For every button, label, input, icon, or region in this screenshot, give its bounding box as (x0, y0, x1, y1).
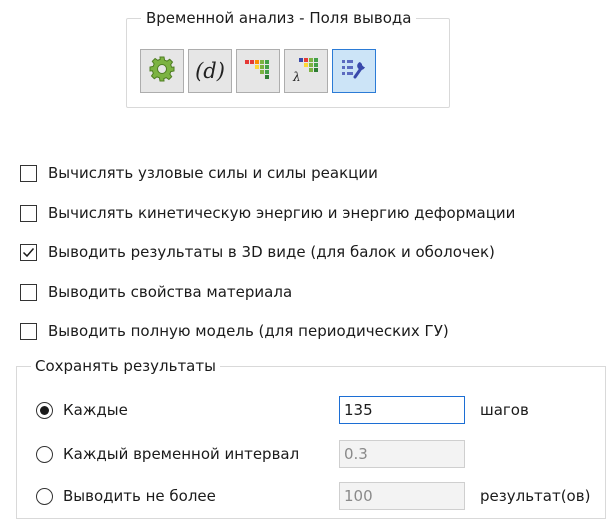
material-properties-checkbox[interactable] (20, 283, 37, 301)
general-settings-button[interactable] (140, 49, 184, 93)
radio-label: Каждый временной интервал (63, 445, 300, 463)
output-settings-button[interactable] (332, 49, 376, 93)
nodal-forces-checkbox[interactable] (20, 164, 37, 182)
max-results-radio[interactable] (36, 487, 53, 505)
lambda-grid-icon: λ (291, 55, 321, 87)
output-fields-group: Временной анализ - Поля вывода (d) λ (126, 8, 450, 108)
option-kinetic-energy[interactable]: Вычислять кинетическую энергию и энергию… (20, 201, 515, 225)
3d-view-checkbox[interactable] (20, 243, 37, 261)
save-max-results-option[interactable]: Выводить не более (36, 484, 216, 508)
radio-label: Выводить не более (63, 487, 216, 505)
output-fields-title: Временной анализ - Поля вывода (141, 8, 417, 28)
option-label: Вычислять узловые силы и силы реакции (48, 164, 378, 182)
max-results-input[interactable]: 100 (339, 482, 465, 510)
option-material-properties[interactable]: Выводить свойства материала (20, 280, 292, 304)
field-grid-icon (243, 56, 273, 86)
radio-label: Каждые (63, 401, 128, 419)
option-nodal-forces[interactable]: Вычислять узловые силы и силы реакции (20, 161, 378, 185)
displacement-button[interactable]: (d) (188, 49, 232, 93)
steps-count-input[interactable]: 135 (339, 396, 465, 424)
option-label: Выводить свойства материала (48, 283, 293, 301)
output-toolbar: (d) λ (140, 49, 376, 93)
svg-text:λ: λ (292, 70, 301, 83)
settings-list-icon (339, 55, 369, 87)
save-results-title: Сохранять результаты (31, 355, 220, 377)
full-model-checkbox[interactable] (20, 322, 37, 340)
save-time-interval-option[interactable]: Каждый временной интервал (36, 442, 299, 466)
option-3d-view[interactable]: Выводить результаты в 3D виде (для балок… (20, 240, 495, 264)
every-steps-radio[interactable] (36, 401, 53, 419)
results-unit-label: результат(ов) (480, 487, 591, 505)
steps-unit-label: шагов (480, 401, 529, 419)
gear-icon (148, 55, 176, 87)
kinetic-energy-checkbox[interactable] (20, 204, 37, 222)
displacement-icon: (d) (195, 59, 225, 83)
checkmark-icon (22, 247, 35, 257)
eigen-output-button[interactable]: λ (284, 49, 328, 93)
save-every-steps-option[interactable]: Каждые (36, 398, 128, 422)
option-label: Выводить полную модель (для периодически… (48, 322, 449, 340)
time-interval-input[interactable]: 0.3 (339, 440, 465, 468)
option-full-model[interactable]: Выводить полную модель (для периодически… (20, 319, 449, 343)
field-output-button[interactable] (236, 49, 280, 93)
time-interval-radio[interactable] (36, 445, 53, 463)
option-label: Вычислять кинетическую энергию и энергию… (48, 204, 516, 222)
option-label: Выводить результаты в 3D виде (для балок… (48, 243, 495, 261)
